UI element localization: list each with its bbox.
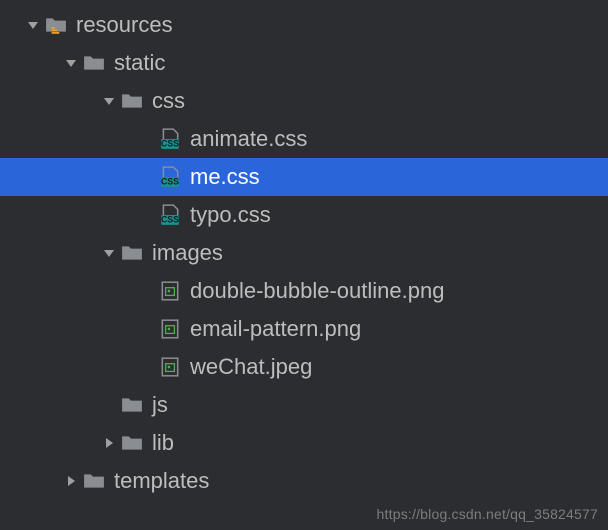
image-file-icon <box>156 318 184 340</box>
tree-node-email-png[interactable]: email-pattern.png <box>0 310 608 348</box>
tree-node-typo-css[interactable]: typo.css <box>0 196 608 234</box>
chevron-right-icon[interactable] <box>100 437 118 449</box>
chevron-down-icon[interactable] <box>62 57 80 69</box>
tree-node-wechat-jpeg[interactable]: weChat.jpeg <box>0 348 608 386</box>
folder-icon <box>80 52 108 74</box>
tree-node-lib[interactable]: lib <box>0 424 608 462</box>
tree-label: typo.css <box>190 202 271 228</box>
resources-folder-icon <box>42 14 70 36</box>
css-file-icon <box>156 166 184 188</box>
image-file-icon <box>156 280 184 302</box>
chevron-down-icon[interactable] <box>100 247 118 259</box>
tree-label: lib <box>152 430 174 456</box>
css-file-icon <box>156 204 184 226</box>
tree-label: static <box>114 50 165 76</box>
chevron-down-icon[interactable] <box>24 19 42 31</box>
css-file-icon <box>156 128 184 150</box>
tree-node-dbo-png[interactable]: double-bubble-outline.png <box>0 272 608 310</box>
tree-node-resources[interactable]: resources <box>0 6 608 44</box>
folder-icon <box>80 470 108 492</box>
tree-node-js[interactable]: js <box>0 386 608 424</box>
folder-icon <box>118 432 146 454</box>
folder-icon <box>118 242 146 264</box>
tree-node-templates[interactable]: templates <box>0 462 608 500</box>
folder-icon <box>118 90 146 112</box>
tree-label: js <box>152 392 168 418</box>
tree-label: resources <box>76 12 173 38</box>
tree-node-css[interactable]: css <box>0 82 608 120</box>
project-tree[interactable]: resources static css animate.css me.css … <box>0 0 608 500</box>
tree-label: email-pattern.png <box>190 316 361 342</box>
image-file-icon <box>156 356 184 378</box>
tree-label: weChat.jpeg <box>190 354 312 380</box>
chevron-down-icon[interactable] <box>100 95 118 107</box>
tree-label: templates <box>114 468 209 494</box>
tree-label: css <box>152 88 185 114</box>
tree-label: double-bubble-outline.png <box>190 278 444 304</box>
tree-label: images <box>152 240 223 266</box>
tree-label: me.css <box>190 164 260 190</box>
folder-icon <box>118 394 146 416</box>
tree-node-images[interactable]: images <box>0 234 608 272</box>
tree-label: animate.css <box>190 126 307 152</box>
chevron-right-icon[interactable] <box>62 475 80 487</box>
watermark-text: https://blog.csdn.net/qq_35824577 <box>377 506 598 522</box>
tree-node-me-css[interactable]: me.css <box>0 158 608 196</box>
tree-node-static[interactable]: static <box>0 44 608 82</box>
tree-node-animate-css[interactable]: animate.css <box>0 120 608 158</box>
